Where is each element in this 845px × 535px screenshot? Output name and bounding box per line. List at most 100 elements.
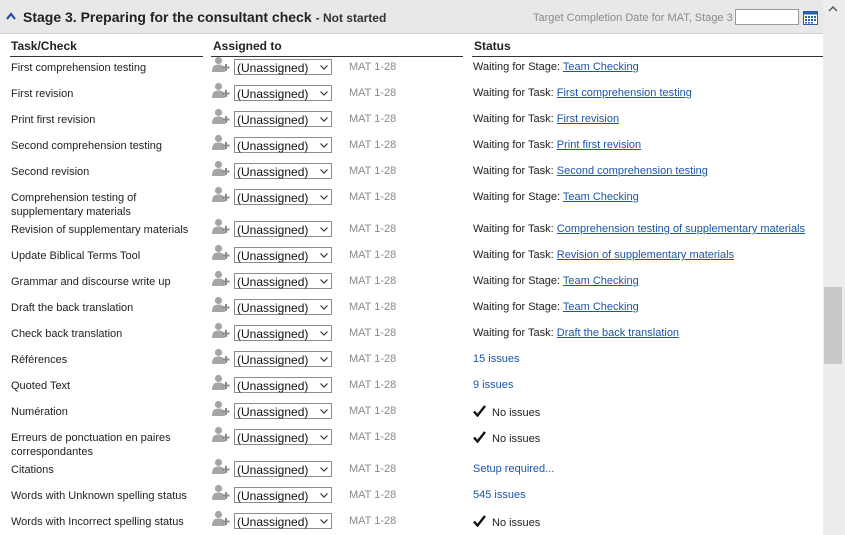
assignee-value: (Unassigned) bbox=[237, 165, 309, 179]
status-prefix: Waiting for Task: bbox=[473, 223, 554, 235]
assign-user-icon[interactable] bbox=[212, 270, 230, 287]
status-link[interactable]: Revision of supplementary materials bbox=[557, 249, 734, 261]
task-name: Numération bbox=[11, 406, 68, 418]
assignee-dropdown[interactable]: (Unassigned) bbox=[234, 189, 332, 205]
verse-range: MAT 1-28 bbox=[349, 275, 397, 287]
assignee-dropdown[interactable]: (Unassigned) bbox=[234, 429, 332, 445]
status-cell: No issues bbox=[473, 405, 540, 419]
assignee-dropdown[interactable]: (Unassigned) bbox=[234, 403, 332, 419]
assignee-dropdown[interactable]: (Unassigned) bbox=[234, 487, 332, 503]
task-name: Revision of supplementary materials bbox=[11, 224, 189, 236]
verse-range: MAT 1-28 bbox=[349, 61, 397, 73]
no-issues-text: No issues bbox=[492, 407, 541, 419]
target-date-input[interactable] bbox=[735, 9, 799, 25]
chevron-down-icon bbox=[320, 383, 328, 388]
assignee-dropdown[interactable]: (Unassigned) bbox=[234, 111, 332, 127]
task-name: Words with Unknown spelling status bbox=[11, 490, 187, 502]
checkmark-icon bbox=[473, 405, 486, 417]
checkmark-icon bbox=[473, 431, 486, 443]
assign-user-icon[interactable] bbox=[212, 484, 230, 501]
stage-title: Stage 3. Preparing for the consultant ch… bbox=[23, 9, 386, 25]
chevron-down-icon bbox=[320, 519, 328, 524]
assign-user-icon[interactable] bbox=[212, 510, 230, 527]
chevron-down-icon bbox=[320, 357, 328, 362]
chevron-down-icon bbox=[320, 253, 328, 258]
task-name: First comprehension testing bbox=[11, 62, 147, 74]
status-link[interactable]: Second comprehension testing bbox=[557, 165, 708, 177]
assignee-dropdown[interactable]: (Unassigned) bbox=[234, 137, 332, 153]
task-name: Draft the back translation bbox=[11, 302, 134, 314]
status-cell: 9 issues bbox=[473, 379, 513, 391]
assign-user-icon[interactable] bbox=[212, 322, 230, 339]
assignee-dropdown[interactable]: (Unassigned) bbox=[234, 273, 332, 289]
assign-user-icon[interactable] bbox=[212, 134, 230, 151]
verse-range: MAT 1-28 bbox=[349, 353, 397, 365]
assignee-dropdown[interactable]: (Unassigned) bbox=[234, 221, 332, 237]
column-header-assigned: Assigned to bbox=[213, 39, 282, 53]
assign-user-icon[interactable] bbox=[212, 458, 230, 475]
assign-user-icon[interactable] bbox=[212, 296, 230, 313]
status-link[interactable]: Team Checking bbox=[563, 275, 639, 287]
assignee-dropdown[interactable]: (Unassigned) bbox=[234, 377, 332, 393]
calendar-icon[interactable] bbox=[803, 10, 818, 25]
status-link[interactable]: Team Checking bbox=[563, 191, 639, 203]
vertical-scrollbar[interactable] bbox=[823, 0, 845, 535]
assign-user-icon[interactable] bbox=[212, 108, 230, 125]
status-cell: Waiting for Stage: Team Checking bbox=[473, 301, 639, 313]
assignee-dropdown[interactable]: (Unassigned) bbox=[234, 85, 332, 101]
chevron-down-icon bbox=[320, 91, 328, 96]
status-link[interactable]: Draft the back translation bbox=[557, 327, 679, 339]
verse-range: MAT 1-28 bbox=[349, 327, 397, 339]
assignee-dropdown[interactable]: (Unassigned) bbox=[234, 247, 332, 263]
assignee-dropdown[interactable]: (Unassigned) bbox=[234, 59, 332, 75]
status-link[interactable]: Print first revision bbox=[557, 139, 641, 151]
status-cell: Waiting for Stage: Team Checking bbox=[473, 191, 639, 203]
assign-user-icon[interactable] bbox=[212, 374, 230, 391]
assignee-value: (Unassigned) bbox=[237, 139, 309, 153]
assignee-value: (Unassigned) bbox=[237, 113, 309, 127]
task-name: Citations bbox=[11, 464, 54, 476]
task-name: Update Biblical Terms Tool bbox=[11, 250, 141, 262]
task-name: Comprehension testing of supplementary m… bbox=[11, 192, 137, 218]
status-prefix: Waiting for Task: bbox=[473, 113, 554, 125]
scroll-up-arrow-icon[interactable] bbox=[826, 3, 840, 15]
status-link[interactable]: First comprehension testing bbox=[557, 87, 692, 99]
assign-user-icon[interactable] bbox=[212, 244, 230, 261]
issues-link[interactable]: 9 issues bbox=[473, 379, 513, 391]
assignee-dropdown[interactable]: (Unassigned) bbox=[234, 351, 332, 367]
scrollbar-thumb[interactable] bbox=[824, 287, 842, 364]
assignee-value: (Unassigned) bbox=[237, 249, 309, 263]
assign-user-icon[interactable] bbox=[212, 56, 230, 73]
assign-user-icon[interactable] bbox=[212, 426, 230, 443]
assign-user-icon[interactable] bbox=[212, 186, 230, 203]
status-link[interactable]: Team Checking bbox=[563, 301, 639, 313]
verse-range: MAT 1-28 bbox=[349, 405, 397, 417]
issues-link[interactable]: 545 issues bbox=[473, 489, 526, 501]
status-link[interactable]: Comprehension testing of supplementary m… bbox=[557, 223, 805, 235]
issues-link[interactable]: 15 issues bbox=[473, 353, 519, 365]
assignee-dropdown[interactable]: (Unassigned) bbox=[234, 325, 332, 341]
status-prefix: Waiting for Stage: bbox=[473, 61, 561, 73]
status-cell: Waiting for Task: First comprehension te… bbox=[473, 87, 692, 99]
assignee-dropdown[interactable]: (Unassigned) bbox=[234, 163, 332, 179]
assignee-value: (Unassigned) bbox=[237, 191, 309, 205]
verse-range: MAT 1-28 bbox=[349, 139, 397, 151]
assignee-dropdown[interactable]: (Unassigned) bbox=[234, 299, 332, 315]
status-cell: Waiting for Stage: Team Checking bbox=[473, 61, 639, 73]
assign-user-icon[interactable] bbox=[212, 348, 230, 365]
assignee-dropdown[interactable]: (Unassigned) bbox=[234, 461, 332, 477]
chevron-down-icon bbox=[320, 65, 328, 70]
assign-user-icon[interactable] bbox=[212, 82, 230, 99]
issues-link[interactable]: Setup required... bbox=[473, 463, 554, 475]
status-link[interactable]: Team Checking bbox=[563, 61, 639, 73]
collapse-chevron-up-icon[interactable] bbox=[5, 10, 17, 22]
status-link[interactable]: First revision bbox=[557, 113, 619, 125]
verse-range: MAT 1-28 bbox=[349, 113, 397, 125]
assign-user-icon[interactable] bbox=[212, 218, 230, 235]
assign-user-icon[interactable] bbox=[212, 400, 230, 417]
chevron-down-icon bbox=[320, 305, 328, 310]
assignee-dropdown[interactable]: (Unassigned) bbox=[234, 513, 332, 529]
assignee-value: (Unassigned) bbox=[237, 463, 309, 477]
assignee-value: (Unassigned) bbox=[237, 301, 309, 315]
assign-user-icon[interactable] bbox=[212, 160, 230, 177]
